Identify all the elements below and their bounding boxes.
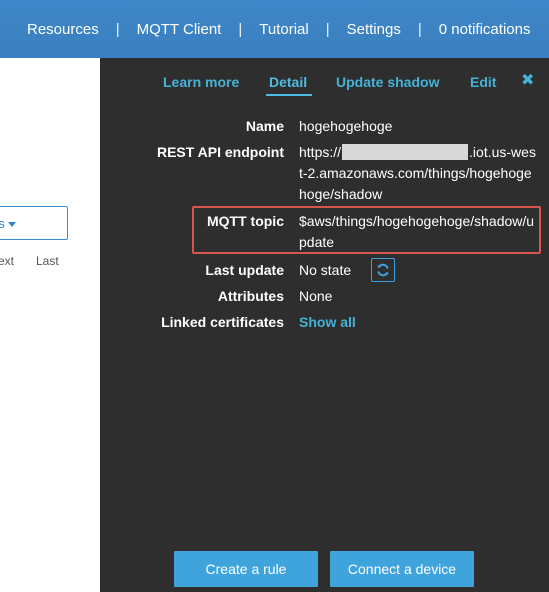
thing-detail-panel: Learn more Detail Update shadow Edit ✖ N… [100, 58, 549, 592]
field-label: REST API endpoint [156, 144, 284, 160]
pager-next-link[interactable]: ext [0, 254, 14, 268]
tab-detail[interactable]: Detail [269, 74, 307, 90]
nav-settings[interactable]: Settings [347, 21, 401, 38]
redacted-block [342, 144, 469, 160]
nav-separator: | [115, 20, 120, 38]
field-value: $aws/things/hogehogehoge/shadow/update [299, 213, 535, 250]
detail-tabs: Learn more Detail Update shadow Edit ✖ [100, 58, 549, 108]
left-content-pane: ns ext Last [0, 58, 100, 592]
tab-update-shadow[interactable]: Update shadow [336, 74, 439, 90]
refresh-button[interactable] [371, 258, 395, 282]
field-label: Name [245, 118, 284, 134]
create-rule-button[interactable]: Create a rule [174, 551, 318, 587]
field-label: Last update [205, 262, 284, 278]
pager-last-link[interactable]: Last [36, 254, 59, 268]
caret-down-icon [7, 221, 16, 227]
nav-notifications[interactable]: 0 notifications [439, 21, 531, 38]
nav-separator: | [238, 20, 243, 38]
field-value: hogehogehoge [299, 118, 393, 134]
tab-edit[interactable]: Edit [470, 74, 496, 90]
endpoint-prefix: https:// [299, 144, 342, 160]
tab-learn-more[interactable]: Learn more [163, 74, 239, 90]
top-nav: Resources | MQTT Client | Tutorial | Set… [0, 0, 549, 58]
field-label: MQTT topic [207, 213, 284, 229]
nav-mqtt-client[interactable]: MQTT Client [137, 21, 222, 38]
actions-dropdown-label: ns [0, 215, 5, 231]
close-icon[interactable]: ✖ [521, 70, 534, 90]
field-label: Linked certificates [161, 314, 284, 330]
top-nav-bar: Resources | MQTT Client | Tutorial | Set… [0, 0, 549, 58]
nav-separator: | [417, 20, 422, 38]
show-all-link[interactable]: Show all [299, 312, 539, 333]
field-value: No state [299, 262, 352, 278]
active-tab-indicator [266, 94, 312, 96]
nav-tutorial[interactable]: Tutorial [259, 21, 308, 38]
nav-resources[interactable]: Resources [27, 21, 99, 38]
actions-dropdown-button[interactable]: ns [0, 206, 68, 240]
nav-separator: | [325, 20, 330, 38]
refresh-icon [377, 263, 389, 277]
field-value: https://.iot.us-west-2.amazonaws.com/thi… [299, 142, 537, 205]
connect-device-button[interactable]: Connect a device [330, 551, 474, 587]
field-value: None [299, 288, 333, 304]
field-label: Attributes [217, 288, 284, 304]
